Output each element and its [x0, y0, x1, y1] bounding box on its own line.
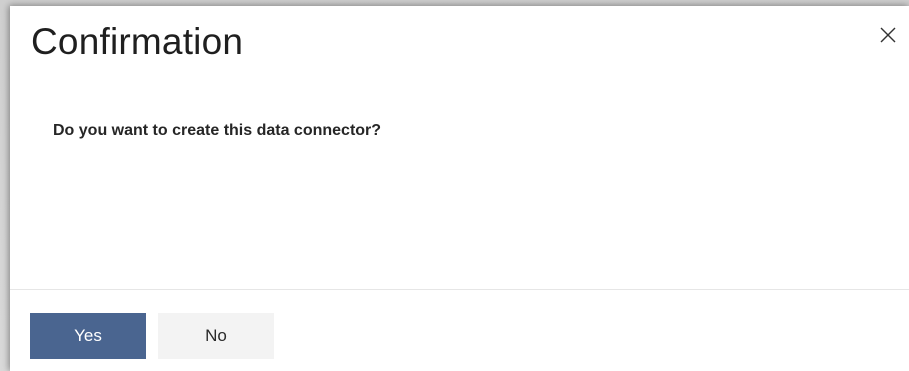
dialog-title: Confirmation — [31, 21, 244, 62]
yes-button[interactable]: Yes — [30, 313, 146, 359]
background: Confirmation Do you want to create this … — [0, 0, 909, 371]
no-button[interactable]: No — [158, 313, 274, 359]
close-icon — [880, 27, 896, 43]
footer-divider — [10, 289, 909, 290]
dialog-message: Do you want to create this data connecto… — [53, 122, 382, 139]
close-button[interactable] — [877, 24, 899, 46]
confirmation-dialog: Confirmation Do you want to create this … — [10, 6, 909, 371]
